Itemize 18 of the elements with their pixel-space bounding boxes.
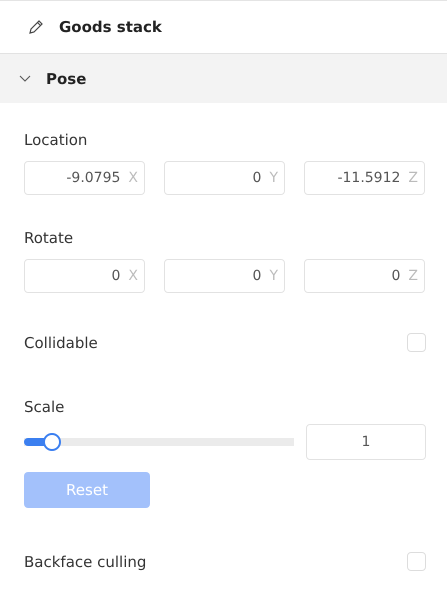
field-label: Rotate [24, 229, 74, 247]
pencil-icon[interactable] [27, 18, 45, 36]
field-label: Location [24, 131, 88, 149]
field-label: Collidable [24, 334, 98, 352]
object-title: Goods stack [59, 18, 162, 36]
number-field[interactable]: 0 Y [164, 259, 285, 293]
number-field[interactable]: 0 Y [164, 161, 285, 195]
number-field[interactable]: -9.0795 X [24, 161, 145, 195]
number-field[interactable]: 0 Z [304, 259, 425, 293]
section-header[interactable]: Pose [0, 54, 447, 103]
scale-field[interactable]: 1 [306, 424, 426, 460]
slider-handle[interactable] [43, 433, 61, 451]
number-field[interactable]: 0 X [24, 259, 145, 293]
checkbox[interactable] [407, 333, 426, 352]
checkbox[interactable] [407, 552, 426, 571]
field-label: Scale [24, 398, 66, 416]
number-field[interactable]: -11.5912 Z [304, 161, 425, 195]
field-label: Backface culling [24, 552, 146, 570]
